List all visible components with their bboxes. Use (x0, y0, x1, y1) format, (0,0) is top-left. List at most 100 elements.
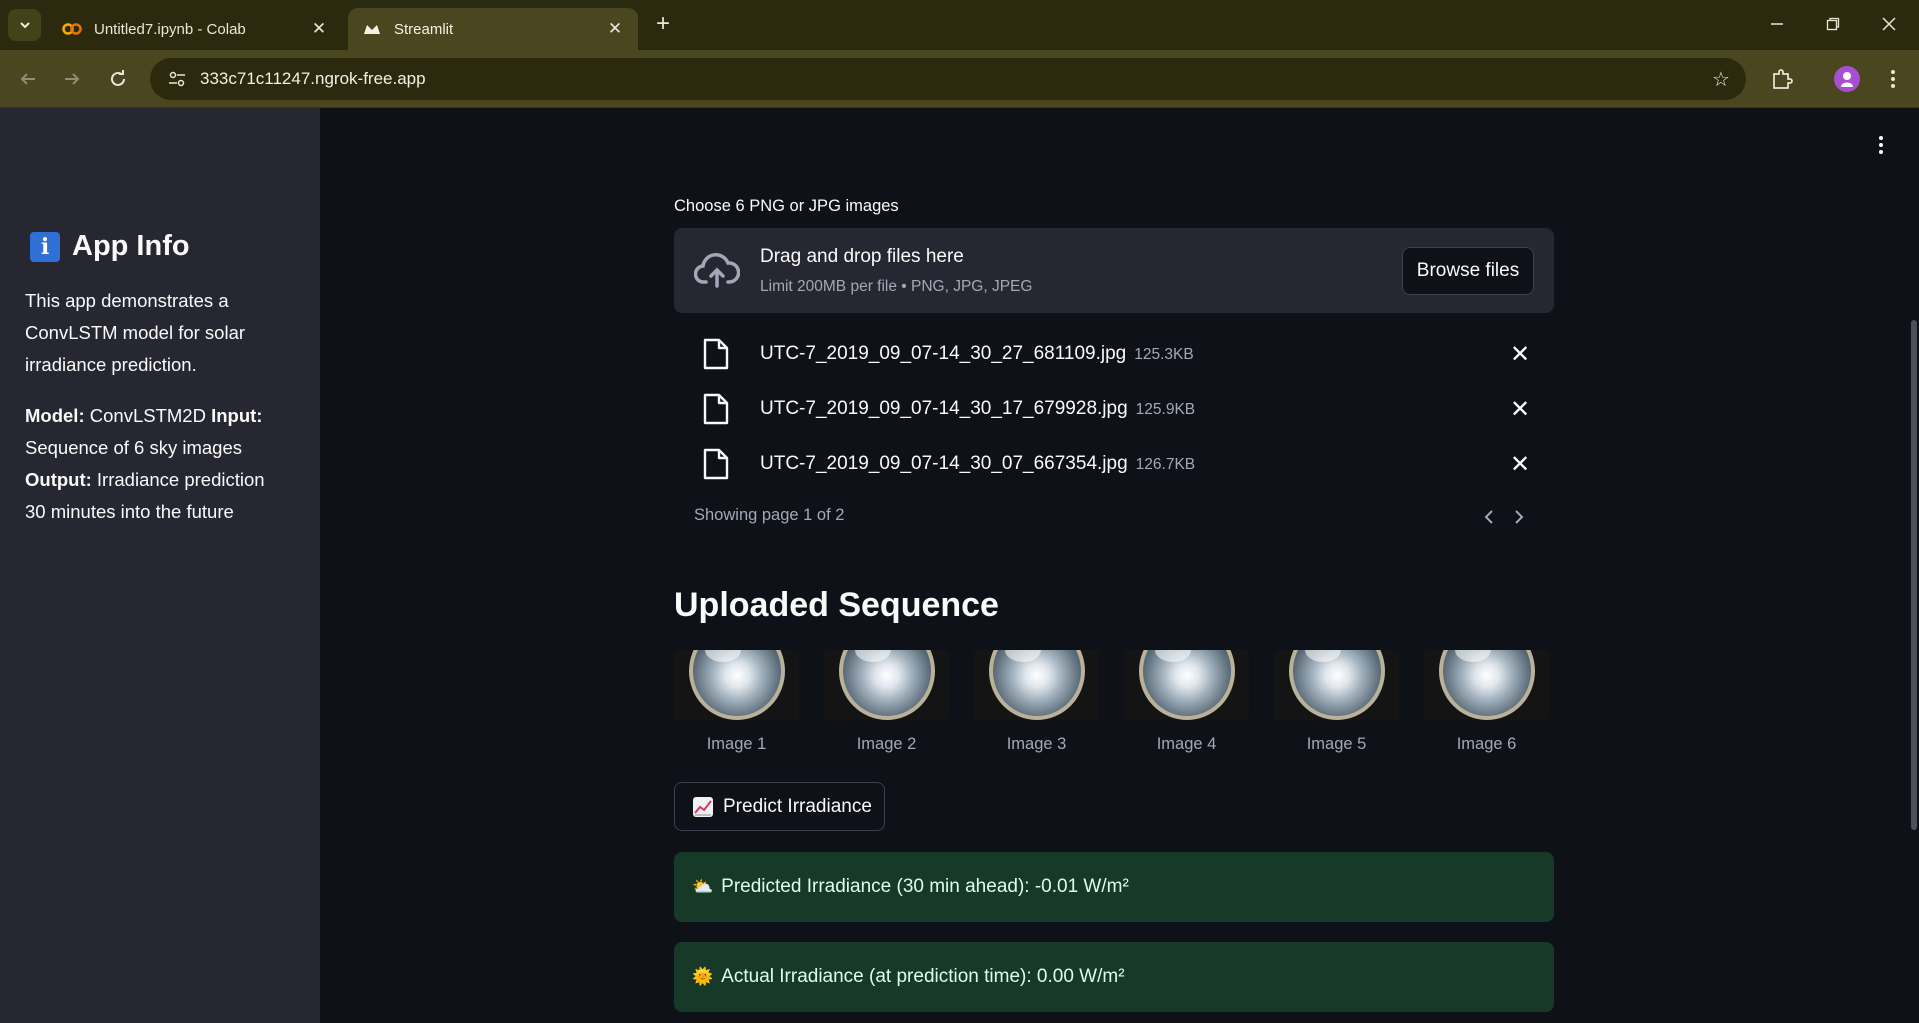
minimize-button[interactable] (1752, 8, 1802, 40)
input-value: Sequence of 6 sky images (25, 437, 242, 458)
sidebar-description: This app demonstrates a ConvLSTM model f… (25, 290, 246, 375)
remove-file-icon[interactable]: ✕ (1508, 396, 1532, 423)
file-size: 125.3KB (1134, 346, 1194, 363)
close-window-button[interactable] (1864, 8, 1914, 40)
image-caption: Image 1 (706, 735, 767, 753)
predict-button-label: Predict Irradiance (723, 795, 872, 817)
remove-file-icon[interactable]: ✕ (1508, 451, 1532, 478)
tab-streamlit[interactable]: Streamlit ✕ (348, 8, 638, 50)
file-icon (703, 338, 729, 370)
sky-image-thumbnail (974, 650, 1099, 721)
more-vert-icon (1891, 70, 1895, 88)
predicted-irradiance-text: Predicted Irradiance (30 min ahead): -0.… (721, 876, 1129, 897)
close-tab-icon[interactable]: ✕ (604, 18, 626, 40)
predicted-irradiance-alert: ⛅ Predicted Irradiance (30 min ahead): -… (674, 852, 1554, 922)
sky-image-thumbnail (1424, 650, 1549, 721)
file-name: UTC-7_2019_09_07-14_30_17_679928.jpg (760, 398, 1128, 419)
dropzone-limits: Limit 200MB per file • PNG, JPG, JPEG (760, 278, 1033, 295)
actual-irradiance-text: Actual Irradiance (at prediction time): … (721, 966, 1125, 987)
profile-icon (1841, 72, 1853, 87)
file-size: 126.7KB (1135, 456, 1196, 473)
close-tab-icon[interactable]: ✕ (308, 18, 330, 40)
sidebar-title: i App Info (30, 230, 190, 263)
dropzone-instructions: Drag and drop files here (760, 246, 964, 267)
predict-irradiance-button[interactable]: Predict Irradiance (674, 782, 885, 831)
image-caption: Image 5 (1306, 735, 1367, 753)
file-icon (703, 448, 729, 480)
new-tab-button[interactable]: + (650, 10, 676, 37)
back-button[interactable] (13, 64, 43, 94)
chevron-left-icon (1484, 510, 1493, 524)
sky-image-thumbnail (1274, 650, 1399, 721)
url-text: 333c71c11247.ngrok-free.app (200, 69, 426, 88)
file-dropzone[interactable]: Drag and drop files here Limit 200MB per… (674, 228, 1554, 313)
sequence-image: Image 1 (674, 650, 799, 754)
sequence-image: Image 6 (1424, 650, 1549, 754)
sequence-image: Image 4 (1124, 650, 1249, 754)
arrow-left-icon (20, 73, 35, 85)
next-page-button[interactable] (1508, 505, 1530, 529)
uploader-label: Choose 6 PNG or JPG images (674, 197, 899, 215)
output-label: Output: (25, 469, 92, 490)
sidebar-title-text: App Info (72, 230, 190, 262)
arrow-right-icon (65, 73, 80, 85)
uploaded-sequence-heading: Uploaded Sequence (674, 586, 999, 624)
extensions-button[interactable] (1766, 63, 1798, 95)
model-label: Model: (25, 405, 85, 426)
cloud-upload-icon (694, 253, 740, 288)
file-name: UTC-7_2019_09_07-14_30_07_667354.jpg (760, 453, 1128, 474)
file-size: 125.9KB (1135, 401, 1196, 418)
remove-file-icon[interactable]: ✕ (1508, 341, 1532, 368)
chevron-down-icon (19, 22, 30, 29)
restore-icon (1826, 17, 1840, 31)
sidebar-model-info: Model: ConvLSTM2D Input: Sequence of 6 s… (25, 400, 285, 528)
address-bar[interactable]: 333c71c11247.ngrok-free.app ☆ (150, 58, 1746, 100)
tab-title: Untitled7.ipynb - Colab (94, 20, 246, 38)
tab-search-button[interactable] (8, 9, 41, 41)
colab-icon (62, 19, 82, 39)
profile-avatar[interactable] (1834, 66, 1860, 92)
streamlit-icon (362, 19, 382, 39)
previous-page-button[interactable] (1478, 505, 1500, 529)
image-caption: Image 2 (856, 735, 917, 753)
uploaded-file-row: UTC-7_2019_09_07-14_30_07_667354.jpg 126.… (674, 440, 1554, 490)
site-info-icon[interactable] (162, 64, 192, 94)
tab-colab[interactable]: Untitled7.ipynb - Colab ✕ (48, 8, 342, 50)
sun-behind-cloud-icon: ⛅ (692, 877, 714, 896)
puzzle-icon (1773, 69, 1793, 89)
image-caption: Image 4 (1156, 735, 1217, 753)
sky-image-thumbnail (1124, 650, 1249, 721)
page-scrollbar[interactable] (1911, 320, 1917, 830)
browse-files-button[interactable]: Browse files (1402, 247, 1534, 295)
uploaded-file-row: UTC-7_2019_09_07-14_30_17_679928.jpg 125.… (674, 385, 1554, 435)
restore-button[interactable] (1808, 8, 1858, 40)
chart-increasing-icon (693, 796, 713, 817)
actual-irradiance-alert: 🌞 Actual Irradiance (at prediction time)… (674, 942, 1554, 1012)
image-caption: Image 3 (1006, 735, 1067, 753)
forward-button[interactable] (57, 64, 87, 94)
input-label: Input: (211, 405, 263, 426)
model-value: ConvLSTM2D (89, 405, 206, 426)
chevron-right-icon (1515, 510, 1524, 524)
pagination-status: Showing page 1 of 2 (694, 506, 845, 524)
info-icon: i (30, 231, 60, 262)
sky-image-thumbnail (674, 650, 799, 721)
uploaded-file-row: UTC-7_2019_09_07-14_30_27_681109.jpg 125.… (674, 330, 1554, 380)
sequence-image: Image 5 (1274, 650, 1399, 754)
sun-with-face-icon: 🌞 (692, 967, 714, 986)
sky-image-thumbnail (824, 650, 949, 721)
reload-button[interactable] (103, 64, 133, 94)
close-icon (1882, 17, 1896, 31)
browser-tab-bar: Untitled7.ipynb - Colab ✕ Streamlit ✕ + (0, 0, 1919, 50)
browser-toolbar: 333c71c11247.ngrok-free.app ☆ (0, 50, 1919, 108)
tab-title: Streamlit (394, 20, 454, 38)
bookmark-star-icon[interactable]: ☆ (1710, 68, 1732, 91)
main-menu-button[interactable] (1870, 134, 1892, 156)
sequence-image: Image 2 (824, 650, 949, 754)
sequence-image: Image 3 (974, 650, 1099, 754)
file-icon (703, 393, 729, 425)
reload-icon (111, 70, 125, 86)
browser-menu-button[interactable] (1877, 63, 1909, 95)
image-sequence-gallery: Image 1 Image 2 Image 3 Image 4 Image 5 … (674, 650, 1554, 760)
file-name: UTC-7_2019_09_07-14_30_27_681109.jpg (760, 343, 1127, 364)
